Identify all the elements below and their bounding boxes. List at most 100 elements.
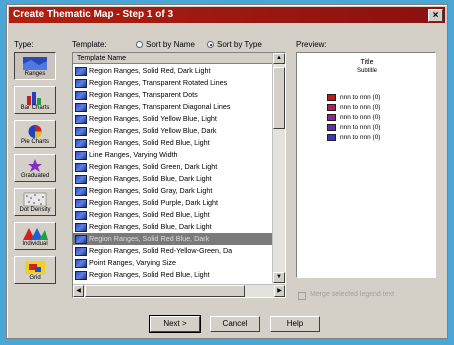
template-row[interactable]: Region Ranges, Solid Gray, Dark Light [73,185,273,197]
ranges-icon [15,56,55,71]
template-row-label: Region Ranges, Solid Red Blue, Light [89,210,210,219]
template-label: Template: [72,40,107,49]
sort-by-type-label: Sort by Type [217,40,262,49]
template-row[interactable]: Region Ranges, Solid Blue, Dark Light [73,173,273,185]
scroll-up-arrow-icon[interactable]: ▲ [273,53,285,64]
type-grid-button[interactable]: Grid [14,256,56,284]
type-bar-charts-button[interactable]: Bar Charts [14,86,56,114]
template-row-label: Point Ranges, Varying Size [89,258,176,267]
template-vertical-scrollbar[interactable]: ▲ ▼ [272,53,285,283]
template-row-label: Region Ranges, Solid Purple, Dark Light [89,198,219,207]
template-row[interactable]: Region Ranges, Transparent Diagonal Line… [73,101,273,113]
type-individual-label: Individual [22,241,48,247]
dot-density-icon [15,192,55,207]
legend-item: nnn to nnn (0) [327,103,380,111]
legend-item: nnn to nnn (0) [327,113,380,121]
template-row-label: Region Ranges, Solid Green, Dark Light [89,162,218,171]
type-ranges-label: Ranges [24,71,46,77]
legend-text: nnn to nnn (0) [340,103,381,111]
scroll-down-arrow-icon[interactable]: ▼ [273,272,285,283]
template-row-label: Region Ranges, Solid Red Blue, Light [89,270,210,279]
template-row-label: Region Ranges, Solid Red Blue, Dark [89,234,210,243]
grid-icon [15,260,55,275]
scroll-right-arrow-icon[interactable]: ▶ [274,285,285,297]
template-row-label: Region Ranges, Transparent Diagonal Line… [89,102,231,111]
merge-legend-checkbox[interactable] [298,292,306,300]
type-graduated-button[interactable]: Graduated [14,154,56,182]
title-bar: Create Thematic Map - Step 1 of 3 × [9,7,445,23]
template-rows: Region Ranges, Solid Red, Dark Light Regi… [73,65,273,281]
next-button[interactable]: Next > [149,315,201,333]
template-thumbnail-icon [75,198,87,208]
legend-swatch [327,123,336,131]
cancel-button[interactable]: Cancel [210,316,260,332]
legend-text: nnn to nnn (0) [340,123,381,131]
template-row-label: Region Ranges, Solid Blue, Dark Light [89,222,212,231]
pie-charts-icon [15,124,55,139]
template-thumbnail-icon [75,150,87,160]
template-row-label: Region Ranges, Transparent Dots [89,90,198,99]
type-grid-label: Grid [29,275,41,281]
type-pie-charts-button[interactable]: Pie Charts [14,120,56,148]
sort-by-type-radio[interactable] [207,41,214,48]
template-thumbnail-icon [75,138,87,148]
template-row[interactable]: Region Ranges, Solid Red Blue, Light [73,137,273,149]
help-button[interactable]: Help [270,316,320,332]
template-thumbnail-icon [75,210,87,220]
type-dot-density-button[interactable]: Dot Density [14,188,56,216]
template-thumbnail-icon [75,102,87,112]
dialog-title: Create Thematic Map - Step 1 of 3 [13,9,174,20]
legend-text: nnn to nnn (0) [340,133,381,141]
sort-by-name-label: Sort by Name [146,40,195,49]
template-row[interactable]: Region Ranges, Solid Blue, Dark Light [73,221,273,233]
close-button[interactable]: × [428,9,443,22]
template-thumbnail-icon [75,114,87,124]
preview-subtitle: Subtitle [356,68,377,74]
template-horizontal-scrollbar[interactable]: ◀ ▶ [73,284,285,297]
template-thumbnail-icon [75,126,87,136]
type-individual-button[interactable]: Individual [14,222,56,250]
individual-icon [15,226,55,241]
template-row[interactable]: Point Ranges, Varying Size [73,257,273,269]
template-row[interactable]: Region Ranges, Transparent Rotated Lines [73,77,273,89]
template-row[interactable]: Region Ranges, Solid Red-Yellow-Green, D… [73,245,273,257]
template-thumbnail-icon [75,66,87,76]
template-row[interactable]: Region Ranges, Solid Green, Dark Light [73,161,273,173]
legend-swatch [327,133,336,141]
template-row[interactable]: Region Ranges, Solid Yellow Blue, Dark [73,125,273,137]
template-row-label: Region Ranges, Solid Blue, Dark Light [89,174,212,183]
bar-charts-icon [15,90,55,105]
template-row[interactable]: Line Ranges, Varying Width [73,149,273,161]
type-bar-charts-label: Bar Charts [20,105,50,111]
template-row-label: Region Ranges, Solid Red, Dark Light [89,66,211,75]
legend-item: nnn to nnn (0) [327,133,380,141]
template-list[interactable]: Template Name Region Ranges, Solid Red, … [72,52,286,298]
graduated-icon [15,158,55,173]
sort-by-name-radio[interactable] [136,41,143,48]
template-row[interactable]: Region Ranges, Solid Red, Dark Light [73,65,273,77]
template-thumbnail-icon [75,90,87,100]
template-row-label: Region Ranges, Solid Red-Yellow-Green, D… [89,246,233,255]
legend-item: nnn to nnn (0) [327,123,380,131]
type-ranges-button[interactable]: Ranges [14,52,56,80]
vertical-scroll-thumb[interactable] [273,67,285,129]
type-pie-charts-label: Pie Charts [20,139,49,145]
template-row[interactable]: Region Ranges, Solid Purple, Dark Light [73,197,273,209]
template-row[interactable]: Region Ranges, Solid Red Blue, Light [73,269,273,281]
template-row[interactable]: Region Ranges, Solid Red Blue, Dark [73,233,273,245]
template-thumbnail-icon [75,174,87,184]
template-row-label: Line Ranges, Varying Width [89,150,178,159]
legend-swatch [327,93,336,101]
type-graduated-label: Graduated [20,173,50,179]
legend-item: nnn to nnn (0) [327,93,380,101]
template-row[interactable]: Region Ranges, Transparent Dots [73,89,273,101]
scroll-left-arrow-icon[interactable]: ◀ [73,285,84,297]
template-name-column-header[interactable]: Template Name [73,53,273,64]
template-row[interactable]: Region Ranges, Solid Red Blue, Light [73,209,273,221]
legend-text: nnn to nnn (0) [340,93,381,101]
template-row[interactable]: Region Ranges, Solid Yellow Blue, Light [73,113,273,125]
template-thumbnail-icon [75,222,87,232]
template-thumbnail-icon [75,78,87,88]
template-thumbnail-icon [75,186,87,196]
horizontal-scroll-thumb[interactable] [85,285,245,297]
